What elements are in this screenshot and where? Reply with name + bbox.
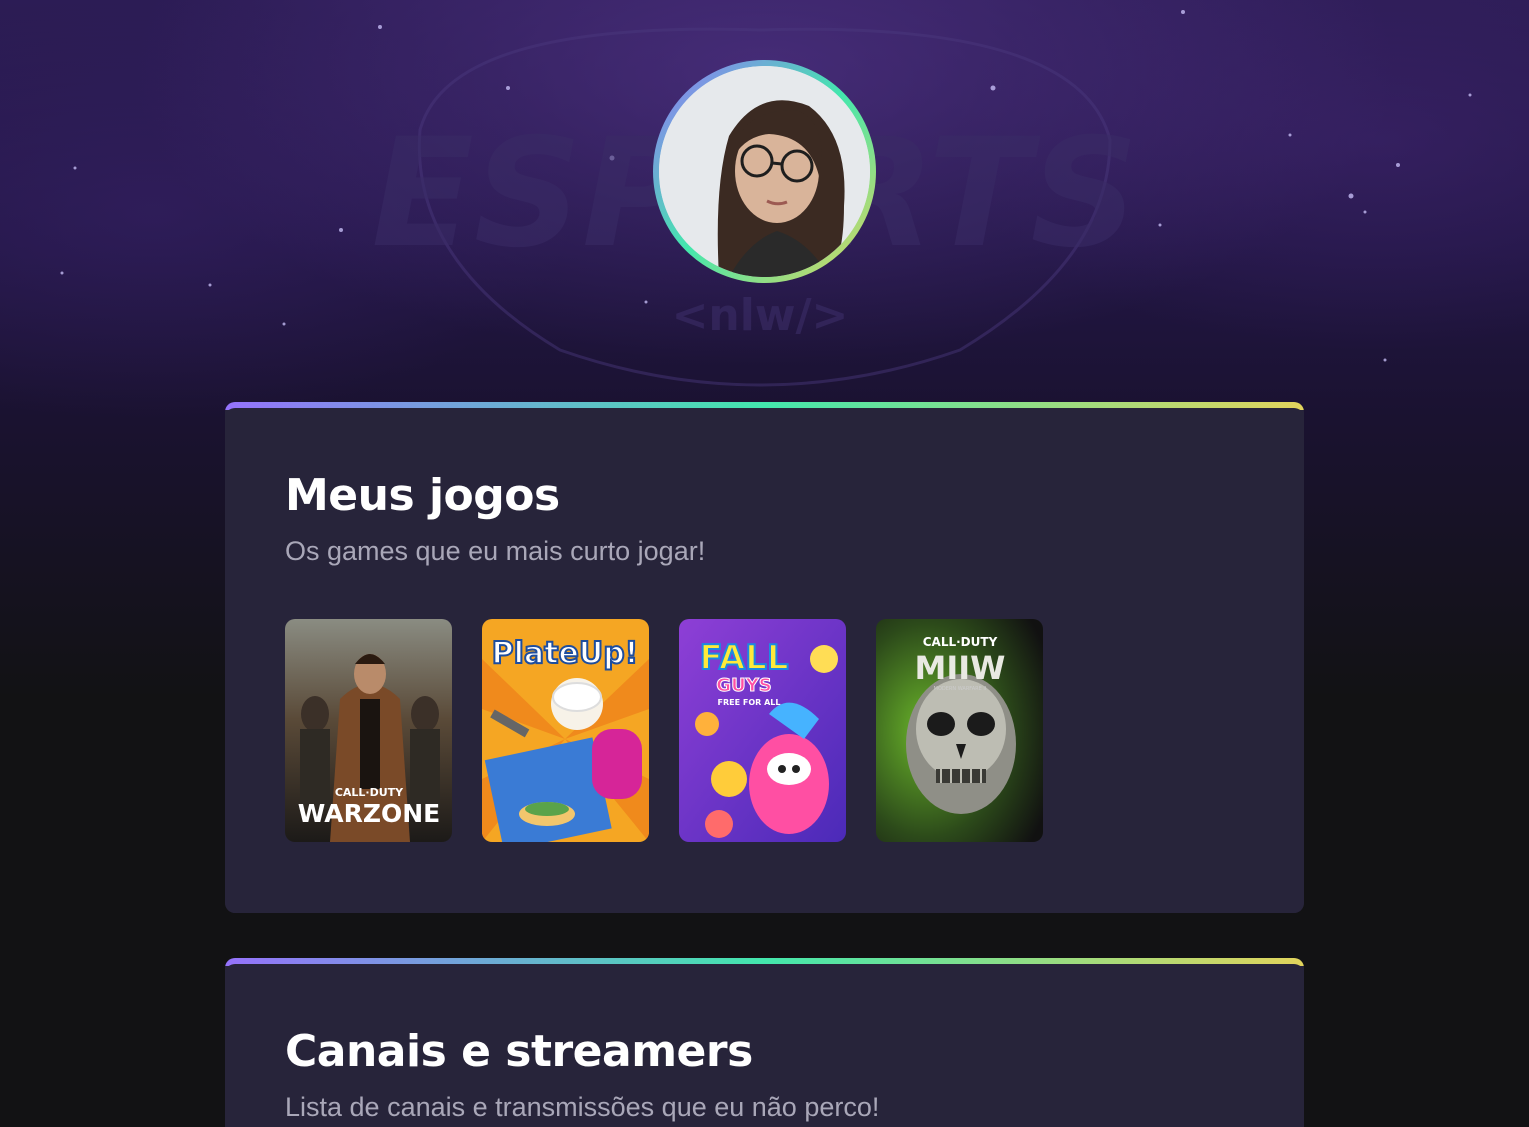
profile-photo-icon <box>659 66 870 277</box>
games-list: CALL·DUTY WARZONE PlateUp! FALL GUYS FRE… <box>285 619 1043 842</box>
svg-text:WARZONE: WARZONE <box>298 799 440 828</box>
profile-avatar-ring <box>653 60 876 283</box>
svg-text:MODERN WARFARE II: MODERN WARFARE II <box>934 686 987 692</box>
svg-text:MIIW: MIIW <box>915 649 1006 687</box>
streamers-title: Canais e streamers <box>285 1026 753 1077</box>
games-title: Meus jogos <box>285 470 560 521</box>
game-cover-warzone[interactable]: CALL·DUTY WARZONE <box>285 619 452 842</box>
svg-text:FREE FOR ALL: FREE FOR ALL <box>718 698 781 707</box>
streamers-card: Canais e streamers Lista de canais e tra… <box>225 958 1304 1127</box>
games-subtitle: Os games que eu mais curto jogar! <box>285 536 706 566</box>
svg-text:FALL: FALL <box>700 638 789 678</box>
game-cover-plateup[interactable]: PlateUp! <box>482 619 649 842</box>
game-cover-modern-warfare-2[interactable]: CALL·DUTY MIIW MODERN WARFARE II <box>876 619 1043 842</box>
svg-text:GUYS: GUYS <box>716 675 771 696</box>
game-cover-fall-guys[interactable]: FALL GUYS FREE FOR ALL <box>679 619 846 842</box>
svg-text:CALL·DUTY: CALL·DUTY <box>335 786 404 799</box>
svg-text:CALL·DUTY: CALL·DUTY <box>923 635 998 649</box>
streamers-subtitle: Lista de canais e transmissões que eu nã… <box>285 1092 880 1122</box>
nlw-watermark: <nlw/> <box>672 290 849 341</box>
games-card: Meus jogos Os games que eu mais curto jo… <box>225 402 1304 913</box>
avatar <box>659 66 870 277</box>
svg-text:PlateUp!: PlateUp! <box>492 636 639 671</box>
